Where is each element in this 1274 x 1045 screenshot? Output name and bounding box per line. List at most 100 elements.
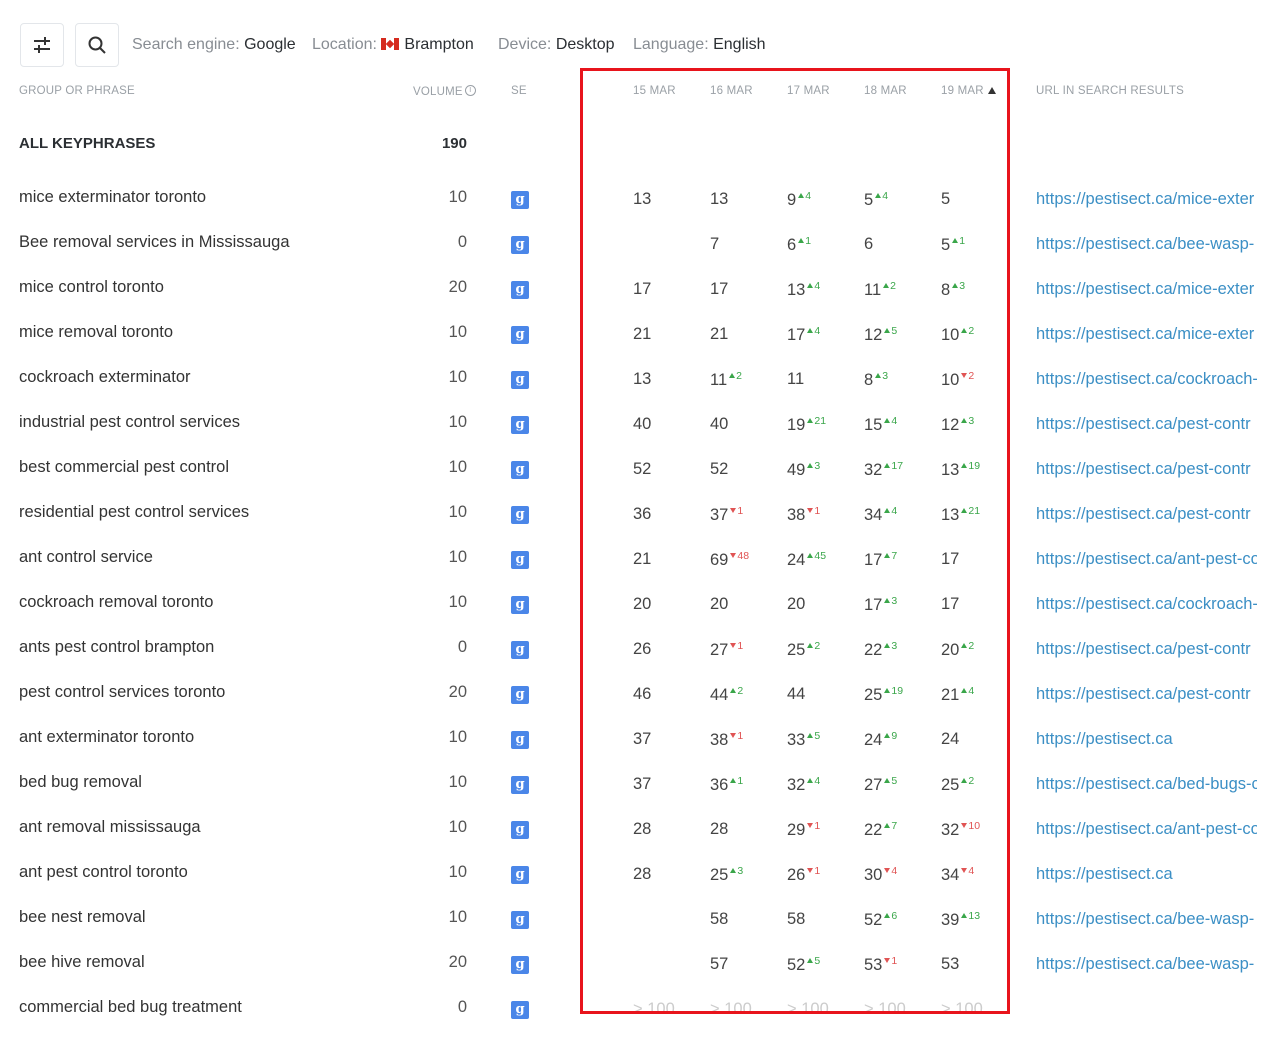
position-change-value: 9 — [891, 730, 898, 742]
table-row[interactable]: ant exterminator toronto 10 g 37 38 1 33 5 24 9 24… — [0, 728, 1274, 775]
table-row[interactable]: mice removal toronto 10 g 21 21 17 4 12 5 10 2 http… — [0, 323, 1274, 370]
search-button[interactable] — [75, 23, 119, 67]
header-phrase[interactable]: GROUP OR PHRASE — [19, 85, 135, 97]
result-url-link[interactable]: https://pestisect.ca/ant-pest-co — [1036, 550, 1257, 569]
table-row[interactable]: industrial pest control services 10 g 40 40 1… — [0, 413, 1274, 460]
position-cell: 26 1 — [787, 865, 820, 885]
position-cell: 37 — [633, 730, 651, 749]
result-url-link[interactable]: https://pestisect.ca — [1036, 865, 1257, 884]
header-date-1[interactable]: 15 MAR — [633, 85, 676, 97]
result-url-link[interactable]: https://pestisect.ca/bee-wasp- — [1036, 910, 1257, 929]
table-row[interactable]: cockroach exterminator 10 g 13 11 2 11 8 3 10 2 htt… — [0, 368, 1274, 415]
result-url-link[interactable]: https://pestisect.ca — [1036, 730, 1257, 749]
keyphrase-text[interactable]: mice control toronto — [19, 278, 164, 297]
table-row[interactable]: best commercial pest control 10 g 52 52 49 3 32… — [0, 458, 1274, 505]
position-change-value: 1 — [737, 640, 744, 652]
search-engine-filter[interactable]: Search engine: Google — [132, 36, 296, 54]
position-change: 4 — [807, 325, 820, 337]
all-keyphrases-label[interactable]: ALL KEYPHRASES — [19, 135, 155, 152]
result-url-link[interactable]: https://pestisect.ca/mice-exter — [1036, 325, 1257, 344]
keyphrase-text[interactable]: commercial bed bug treatment — [19, 998, 242, 1017]
keyphrase-text[interactable]: best commercial pest control — [19, 458, 229, 477]
result-url-link[interactable]: https://pestisect.ca/bee-wasp- — [1036, 235, 1257, 254]
header-volume[interactable]: VOLUME i — [413, 85, 476, 98]
table-row[interactable]: ants pest control brampton 0 g 26 27 1 25 2 22 3 2… — [0, 638, 1274, 685]
table-row[interactable]: Bee removal services in Mississauga 0 g 7 6 1… — [0, 233, 1274, 280]
keyphrase-text[interactable]: ant removal mississauga — [19, 818, 201, 837]
result-url-link[interactable]: https://pestisect.ca/mice-exter — [1036, 190, 1257, 209]
position-change: 7 — [884, 820, 897, 832]
arrow-up-icon — [729, 373, 736, 378]
position-change-value: 3 — [968, 415, 975, 427]
arrow-down-icon — [730, 733, 737, 738]
keyphrase-text[interactable]: pest control services toronto — [19, 683, 225, 702]
keyphrase-text[interactable]: bee nest removal — [19, 908, 146, 927]
position-cell: 58 — [787, 910, 805, 929]
result-url-link[interactable]: https://pestisect.ca/pest-contr — [1036, 460, 1257, 479]
table-row[interactable]: mice exterminator toronto 10 g 13 13 9 4 5 4 5 htt… — [0, 188, 1274, 235]
result-url-link[interactable]: https://pestisect.ca/ant-pest-co — [1036, 820, 1257, 839]
position-change: 4 — [807, 280, 820, 292]
result-url-link[interactable]: https://pestisect.ca/pest-contr — [1036, 415, 1257, 434]
table-row[interactable]: ant pest control toronto 10 g 28 25 3 26 1 30 4 34… — [0, 863, 1274, 910]
position-value: 13 — [941, 461, 960, 479]
language-filter[interactable]: Language: English — [633, 36, 766, 54]
table-row[interactable]: ant control service 10 g 21 69 48 24 45 17 7 17 htt… — [0, 548, 1274, 595]
keyphrase-text[interactable]: residential pest control services — [19, 503, 249, 522]
position-cell: 40 — [710, 415, 728, 434]
table-row[interactable]: commercial bed bug treatment 0 g > 100 > 100… — [0, 998, 1274, 1045]
table-row[interactable]: bee hive removal 20 g 57 52 5 53 1 53 https://pes… — [0, 953, 1274, 1000]
header-se[interactable]: SE — [511, 85, 527, 97]
keyphrase-text[interactable]: cockroach removal toronto — [19, 593, 213, 612]
position-value: 10 — [941, 326, 960, 344]
result-url-link[interactable]: https://pestisect.ca/pest-contr — [1036, 685, 1257, 704]
keyphrase-text[interactable]: ant exterminator toronto — [19, 728, 194, 747]
position-cell: 40 — [633, 415, 651, 434]
keyphrase-text[interactable]: bee hive removal — [19, 953, 145, 972]
keyphrase-text[interactable]: industrial pest control services — [19, 413, 240, 432]
header-url[interactable]: URL IN SEARCH RESULTS — [1036, 85, 1184, 97]
position-value: 53 — [941, 955, 960, 973]
position-cell: 13 21 — [941, 505, 980, 525]
header-date-5[interactable]: 19 MAR — [941, 85, 996, 97]
device-filter[interactable]: Device: Desktop — [498, 36, 615, 54]
result-url-link[interactable]: https://pestisect.ca/pest-contr — [1036, 505, 1257, 524]
keyphrase-text[interactable]: bed bug removal — [19, 773, 142, 792]
table-row[interactable]: residential pest control services 10 g 36 37… — [0, 503, 1274, 550]
filter-settings-button[interactable] — [20, 23, 64, 67]
keyphrase-text[interactable]: ants pest control brampton — [19, 638, 214, 657]
table-row[interactable]: mice control toronto 20 g 17 17 13 4 11 2 8 3 https… — [0, 278, 1274, 325]
header-date-3[interactable]: 17 MAR — [787, 85, 830, 97]
keyphrase-text[interactable]: mice exterminator toronto — [19, 188, 206, 207]
keyphrase-text[interactable]: mice removal toronto — [19, 323, 173, 342]
position-change: 7 — [884, 550, 897, 562]
position-value: 27 — [864, 776, 883, 794]
result-url-link[interactable]: https://pestisect.ca/bed-bugs-c — [1036, 775, 1257, 794]
keyphrase-text[interactable]: Bee removal services in Mississauga — [19, 233, 290, 252]
arrow-up-icon — [730, 868, 737, 873]
table-row[interactable]: bed bug removal 10 g 37 36 1 32 4 27 5 25 2 https://… — [0, 773, 1274, 820]
result-url-link[interactable]: https://pestisect.ca/pest-contr — [1036, 640, 1257, 659]
result-url-link[interactable]: https://pestisect.ca/cockroach- — [1036, 370, 1257, 389]
google-icon: g — [511, 551, 529, 569]
table-row[interactable]: pest control services toronto 20 g 46 44 2 44 2… — [0, 683, 1274, 730]
result-url-link[interactable]: https://pestisect.ca/bee-wasp- — [1036, 955, 1257, 974]
table-row[interactable]: bee nest removal 10 g 58 58 52 6 39 13 https://pe… — [0, 908, 1274, 955]
position-change: 1 — [798, 235, 811, 247]
keyphrase-text[interactable]: cockroach exterminator — [19, 368, 191, 387]
info-icon[interactable]: i — [464, 85, 476, 96]
result-url-link[interactable]: https://pestisect.ca/mice-exter — [1036, 280, 1257, 299]
keyphrase-text[interactable]: ant pest control toronto — [19, 863, 188, 882]
position-change: 3 — [884, 595, 897, 607]
header-date-2[interactable]: 16 MAR — [710, 85, 753, 97]
table-row[interactable]: cockroach removal toronto 10 g 20 20 20 17 3 17 h… — [0, 593, 1274, 640]
location-filter[interactable]: Location: Brampton — [312, 36, 474, 54]
volume-value: 10 — [448, 863, 467, 881]
position-value: 13 — [710, 190, 729, 208]
keyphrase-text[interactable]: ant control service — [19, 548, 153, 567]
table-row[interactable]: ant removal mississauga 10 g 28 28 29 1 22 7 32 10… — [0, 818, 1274, 865]
position-change: 2 — [883, 280, 896, 292]
result-url-link[interactable]: https://pestisect.ca/cockroach- — [1036, 595, 1257, 614]
position-cell: 38 1 — [710, 730, 743, 750]
header-date-4[interactable]: 18 MAR — [864, 85, 907, 97]
